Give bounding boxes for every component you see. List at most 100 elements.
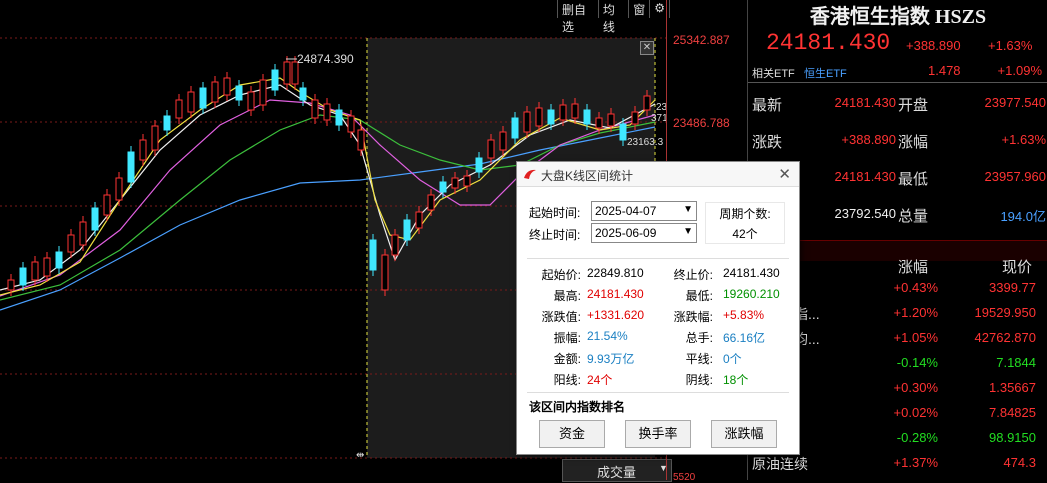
stat-value: +5.83% — [723, 308, 765, 322]
stat-label: 阴线: — [685, 373, 713, 387]
candle-body — [487, 139, 495, 159]
stat-value: 24181.430 — [587, 287, 644, 301]
axis-label-top: 25342.887 — [673, 33, 730, 47]
list-item-pct: +1.20% — [893, 305, 938, 320]
index-change: +388.890 — [906, 38, 961, 53]
rank-by-change-button[interactable]: 涨跌幅 — [711, 420, 777, 448]
list-item-price: 1.35667 — [989, 380, 1036, 395]
list-item-pct: +0.02% — [893, 405, 938, 420]
candle-body — [369, 239, 377, 271]
candle-body — [7, 279, 15, 291]
candle-body — [115, 177, 123, 201]
list-header-price[interactable]: 现价 — [1002, 256, 1032, 277]
candle-body — [175, 99, 183, 119]
candle-body — [439, 181, 447, 193]
list-item-pct: +0.43% — [893, 280, 938, 295]
list-item-price: 42762.870 — [974, 330, 1036, 345]
remove-favorite-button[interactable]: 删自选 — [557, 0, 598, 34]
stat-value: 9.93万亿 — [587, 352, 635, 366]
stat-value: 24181.430 — [723, 266, 780, 280]
candle-body — [31, 261, 39, 281]
divider — [527, 258, 789, 259]
stat-value: 18个 — [723, 373, 749, 387]
quote-label: 最新 — [752, 97, 783, 114]
candle-body — [187, 91, 195, 113]
stat-value: 21.54% — [587, 329, 628, 343]
start-date-select[interactable]: 2025-04-07 ▼ — [591, 201, 697, 221]
candle-body — [283, 61, 291, 85]
dialog-title: 大盘K线区间统计 — [541, 169, 634, 183]
list-item-price: 98.9150 — [989, 430, 1036, 445]
rank-by-turnover-button[interactable]: 换手率 — [625, 420, 691, 448]
quote-value: 23977.540 — [984, 95, 1046, 110]
stat-label: 涨跌值: — [541, 310, 581, 324]
stat-label: 平线: — [685, 352, 713, 366]
end-time-label: 终止时间: — [529, 228, 581, 242]
rank-by-funds-button[interactable]: 资金 — [539, 420, 605, 448]
candle-body — [547, 109, 555, 125]
index-change-pct: +1.63% — [988, 38, 1033, 53]
candle-body — [381, 254, 389, 291]
candle-body — [271, 69, 279, 91]
candle-body — [43, 257, 51, 277]
rank-section-title: 该区间内指数排名 — [529, 400, 626, 414]
close-icon[interactable]: ✕ — [640, 41, 654, 55]
candle-body — [299, 87, 307, 101]
moving-average-button[interactable]: 均线 — [597, 0, 628, 34]
price-tag-3: 23163.3 — [627, 137, 664, 148]
candle-body — [19, 267, 27, 286]
stat-value: 66.16亿 — [723, 331, 766, 345]
etf-label: 相关ETF — [752, 68, 795, 80]
stat-label: 总手: — [685, 331, 713, 345]
quote-value: +388.890 — [841, 132, 896, 147]
quote-value: 194.0亿 — [1000, 209, 1046, 224]
price-tag-2: 3716 — [651, 113, 666, 124]
candle-body — [223, 77, 231, 96]
quote-value: 24181.430 — [834, 95, 896, 110]
period-count-value: 42个 — [732, 227, 758, 241]
candle-body — [55, 251, 63, 269]
stat-label: 金额: — [553, 352, 581, 366]
candle-body — [499, 131, 507, 151]
etf-row[interactable]: 相关ETF 恒生ETF 1.478 +1.09% — [748, 60, 1047, 83]
stat-value: 0个 — [723, 352, 742, 366]
candle-body — [427, 194, 435, 211]
period-count-label: 周期个数: — [719, 207, 771, 221]
candle-body — [199, 87, 207, 109]
stat-value: 22849.810 — [587, 266, 644, 280]
candle-body — [523, 111, 531, 133]
window-button[interactable]: 窗 — [628, 0, 649, 18]
end-date-value: 2025-06-09 — [595, 226, 657, 240]
candle-body — [91, 207, 99, 231]
quote-label: 开盘 — [898, 97, 929, 114]
etf-name[interactable]: 恒生ETF — [804, 65, 847, 81]
stat-label: 振幅: — [553, 331, 581, 345]
candle-body — [259, 79, 267, 106]
index-price: 24181.430 — [766, 30, 891, 56]
candle-body — [247, 91, 255, 111]
dialog-titlebar[interactable]: 大盘K线区间统计 ✕ — [517, 162, 799, 187]
etf-pct: +1.09% — [997, 63, 1042, 78]
close-icon[interactable]: ✕ — [778, 165, 791, 183]
candle-body — [631, 111, 639, 125]
drag-handle-left[interactable]: ⇹ — [356, 450, 364, 461]
indicator-selector[interactable]: 成交量 ▼ — [562, 459, 672, 482]
candle-body — [391, 234, 399, 256]
end-date-select[interactable]: 2025-06-09 ▼ — [591, 223, 697, 243]
stat-value: +1331.620 — [587, 308, 645, 322]
quote-label: 涨幅 — [898, 134, 929, 151]
candle-body — [559, 104, 567, 121]
index-title: 香港恒生指数 HSZS — [809, 6, 987, 28]
candle-body — [311, 99, 319, 119]
axis-label-mid: 23486.788 — [673, 116, 730, 130]
stat-value: 24个 — [587, 373, 613, 387]
quote-label: 最低 — [898, 171, 929, 188]
start-time-label: 起始时间: — [529, 206, 581, 220]
indicator-label: 成交量 — [597, 465, 637, 480]
candle-body — [643, 95, 651, 111]
candle-body — [127, 151, 135, 183]
candle-body — [323, 103, 331, 121]
candle-body — [535, 107, 543, 127]
list-header-pct[interactable]: 涨幅 — [898, 256, 928, 277]
candle-body — [451, 177, 459, 189]
